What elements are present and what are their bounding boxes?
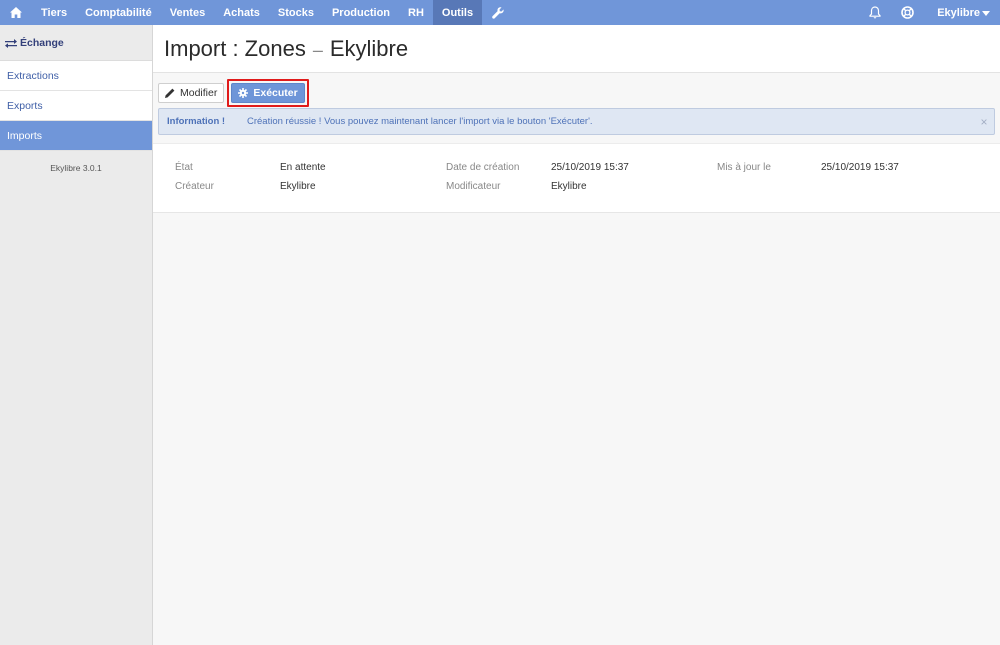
page-title-separator: – <box>312 39 323 60</box>
edit-button-label: Modifier <box>180 87 218 99</box>
nav-item-stocks[interactable]: Stocks <box>269 0 323 25</box>
lifebuoy-icon <box>900 6 914 19</box>
modifier-value: Ekylibre <box>551 181 587 192</box>
alert-title: Information ! <box>167 116 226 127</box>
info-alert: Information ! Création réussie ! Vous po… <box>158 108 995 135</box>
nav-item-rh[interactable]: RH <box>399 0 433 25</box>
alert-close-button[interactable]: × <box>974 115 994 129</box>
created-at-label: Date de création <box>446 162 520 173</box>
run-button-label: Exécuter <box>253 87 298 99</box>
nav-item-production[interactable]: Production <box>323 0 399 25</box>
nav-tools[interactable] <box>482 0 514 25</box>
user-menu[interactable]: Ekylibre <box>923 0 1000 25</box>
bell-icon <box>869 6 881 19</box>
user-name: Ekylibre <box>937 6 980 19</box>
gear-icon <box>238 88 249 98</box>
page-title-main: Import : Zones <box>164 35 306 61</box>
exchange-icon <box>5 38 17 48</box>
app-version: Ekylibre 3.0.1 <box>50 163 102 173</box>
caret-down-icon <box>982 10 990 16</box>
top-navbar: Tiers Comptabilité Ventes Achats Stocks … <box>0 0 1000 25</box>
run-button[interactable]: Exécuter <box>231 83 305 103</box>
sidebar-header-label: Échange <box>20 36 64 49</box>
toolbar: Modifier Exécuter <box>158 79 309 107</box>
creator-value: Ekylibre <box>280 181 316 192</box>
sidebar-item-extractions[interactable]: Extractions <box>0 61 152 91</box>
sidebar: Échange Extractions Exports Imports Ekyl… <box>0 25 153 645</box>
modifier-label: Modificateur <box>446 181 501 192</box>
home-icon <box>10 7 22 18</box>
page-title-sub: Ekylibre <box>329 35 409 61</box>
help-button[interactable] <box>891 0 923 25</box>
sidebar-item-imports[interactable]: Imports <box>0 121 152 151</box>
edit-button[interactable]: Modifier <box>158 83 225 103</box>
updated-at-value: 25/10/2019 15:37 <box>821 162 899 173</box>
nav-item-tiers[interactable]: Tiers <box>32 0 76 25</box>
page-header: Import : Zones – Ekylibre <box>153 25 1000 73</box>
notifications-button[interactable] <box>859 0 891 25</box>
sidebar-header: Échange <box>0 25 152 61</box>
state-value: En attente <box>280 162 326 173</box>
sidebar-item-exports[interactable]: Exports <box>0 91 152 121</box>
state-label: État <box>175 162 193 173</box>
created-at-value: 25/10/2019 15:37 <box>551 162 629 173</box>
run-button-highlight: Exécuter <box>227 79 309 107</box>
updated-at-label: Mis à jour le <box>717 162 771 173</box>
details-panel: État En attente Créateur Ekylibre Date d… <box>153 143 1000 213</box>
pencil-icon <box>165 88 175 98</box>
page-title: Import : Zones – Ekylibre <box>164 36 408 62</box>
nav-item-achats[interactable]: Achats <box>214 0 269 25</box>
nav-item-ventes[interactable]: Ventes <box>161 0 214 25</box>
nav-home[interactable] <box>0 0 32 25</box>
nav-item-comptabilite[interactable]: Comptabilité <box>76 0 161 25</box>
nav-right: Ekylibre <box>859 0 1000 25</box>
creator-label: Créateur <box>175 181 214 192</box>
wrench-icon <box>492 6 504 19</box>
main-content: Import : Zones – Ekylibre Modifier Exécute… <box>153 25 1000 645</box>
alert-message: Création réussie ! Vous pouvez maintenan… <box>247 116 593 127</box>
nav-item-outils[interactable]: Outils <box>432 0 483 25</box>
